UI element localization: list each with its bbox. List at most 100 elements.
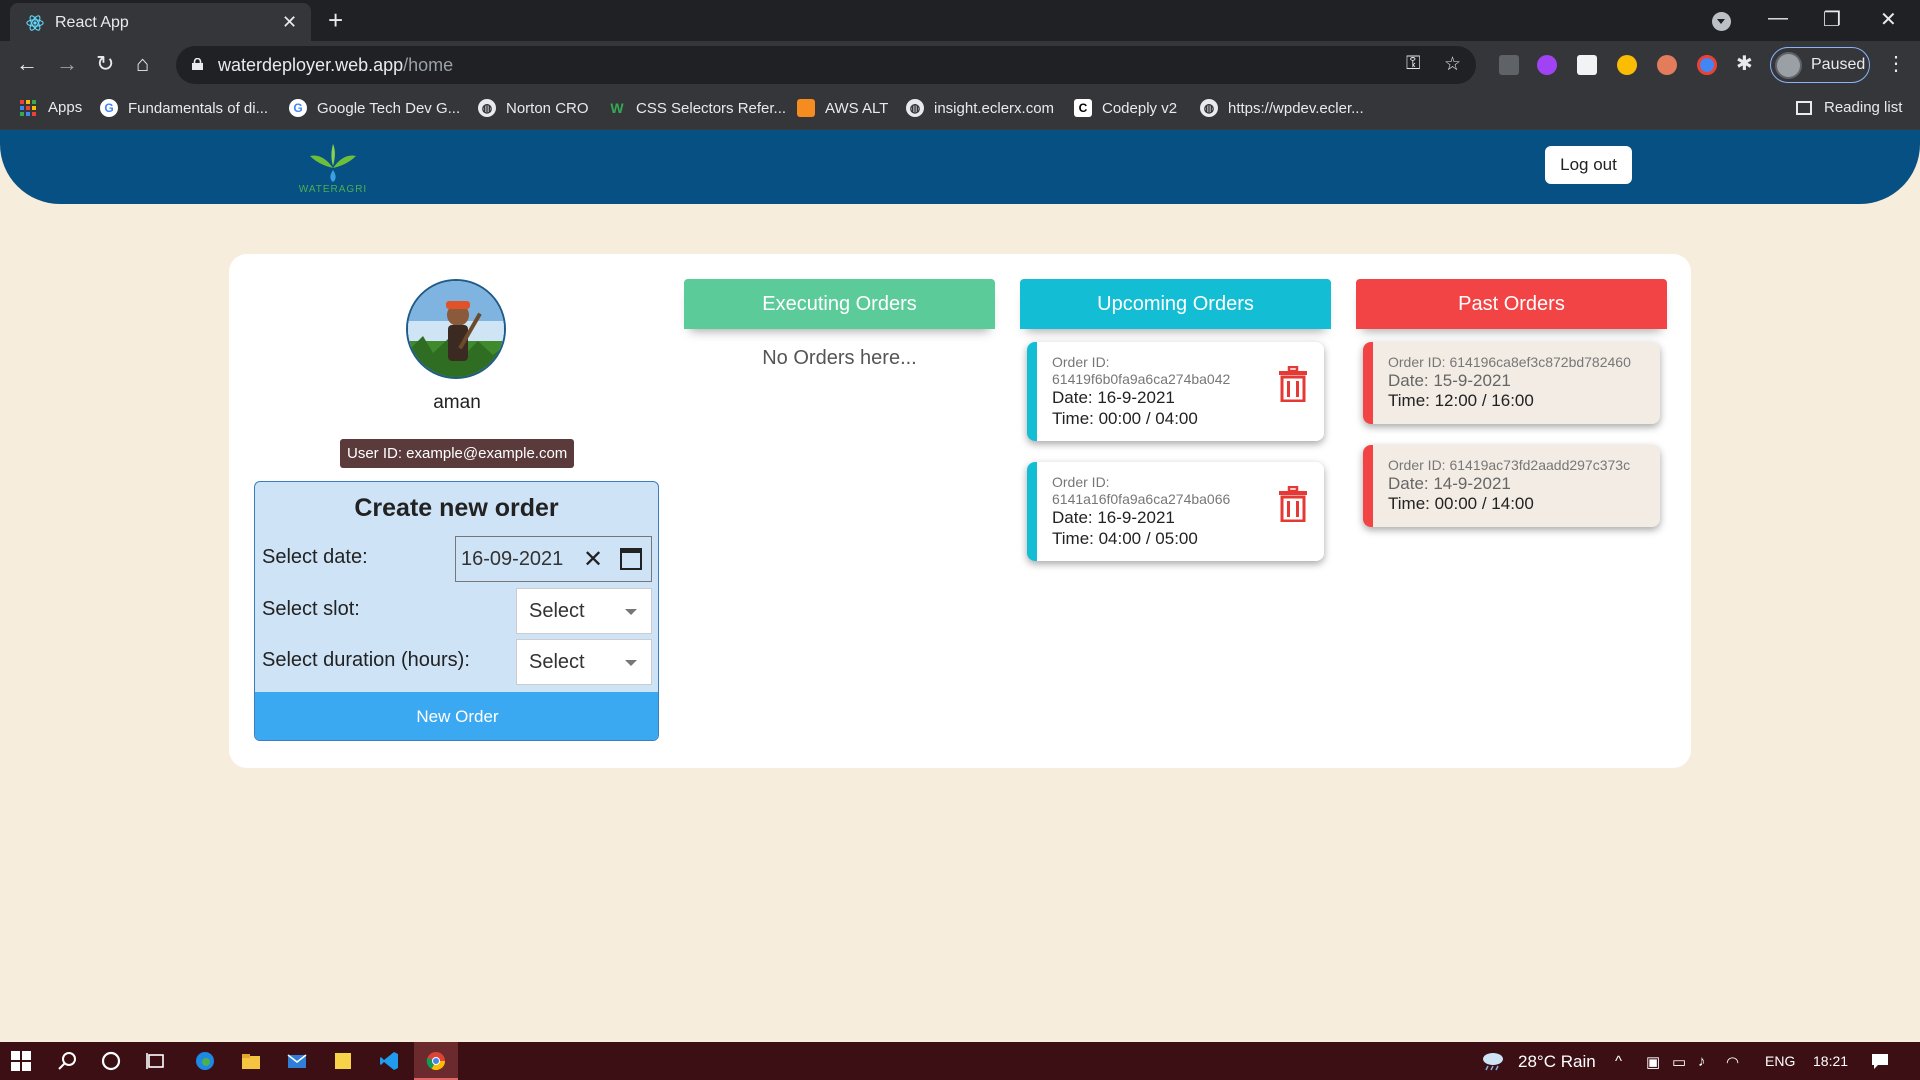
date-value: 16-09-2021 bbox=[461, 548, 564, 570]
duration-label: Select duration (hours): bbox=[262, 649, 470, 671]
duration-select-value: Select bbox=[529, 651, 585, 673]
new-order-button[interactable]: New Order bbox=[255, 692, 658, 740]
file-explorer-icon[interactable] bbox=[241, 1051, 261, 1071]
tab-search-icon[interactable] bbox=[1712, 12, 1731, 31]
sticky-notes-icon[interactable] bbox=[333, 1051, 353, 1071]
clock[interactable]: 18:21 bbox=[1813, 1053, 1848, 1069]
extension-icon[interactable] bbox=[1537, 55, 1557, 75]
reading-list-icon bbox=[1796, 100, 1812, 115]
bookmark-item[interactable]: C Codeply v2 bbox=[1074, 99, 1177, 117]
key-icon[interactable]: ⚿ bbox=[1406, 53, 1420, 75]
forward-icon[interactable]: → bbox=[56, 51, 78, 77]
address-bar[interactable]: waterdeployer.web.app/home ⚿ ☆ bbox=[176, 46, 1476, 84]
tab-close-icon[interactable]: ✕ bbox=[282, 12, 297, 33]
pen-extension-icon[interactable] bbox=[1499, 55, 1519, 75]
cortana-icon[interactable] bbox=[101, 1051, 121, 1071]
puzzle-extensions-icon[interactable]: ✱ bbox=[1736, 51, 1753, 76]
slot-label: Select slot: bbox=[262, 598, 360, 620]
logo: WATERAGRI bbox=[288, 140, 378, 196]
chrome-icon[interactable] bbox=[426, 1051, 446, 1071]
extension-icon[interactable] bbox=[1617, 55, 1637, 75]
user-id-badge: User ID: example@example.com bbox=[340, 439, 575, 468]
order-time: Time: 12:00 / 16:00 bbox=[1388, 391, 1534, 410]
order-id-label: Order ID: bbox=[1052, 474, 1110, 490]
reload-icon[interactable]: ↻ bbox=[96, 51, 114, 77]
bookmark-item[interactable]: ◍ https://wpdev.ecler... bbox=[1200, 99, 1364, 117]
weather-text[interactable]: 28°C Rain bbox=[1518, 1052, 1596, 1072]
meet-now-icon[interactable]: ▣ bbox=[1646, 1053, 1660, 1071]
duration-select[interactable]: Select bbox=[516, 639, 652, 685]
logout-button[interactable]: Log out bbox=[1545, 146, 1632, 184]
windows-start-icon[interactable] bbox=[11, 1051, 31, 1071]
menu-kebab-icon[interactable]: ⋮ bbox=[1886, 51, 1906, 76]
new-tab-button[interactable]: + bbox=[328, 5, 343, 36]
url-host: waterdeployer.web.app bbox=[218, 55, 404, 75]
order-time: Time: 00:00 / 14:00 bbox=[1388, 494, 1534, 513]
extension-icon[interactable] bbox=[1697, 55, 1717, 75]
order-date: Date: 16-9-2021 bbox=[1052, 508, 1175, 527]
browser-tab[interactable]: React App ✕ bbox=[10, 3, 311, 41]
bookmark-item[interactable]: AWS ALT bbox=[797, 99, 888, 117]
notification-icon[interactable] bbox=[1870, 1051, 1890, 1071]
apps-grid-icon bbox=[20, 99, 36, 116]
windows-taskbar: 28°C Rain ^ ▣ ▭ ♪ ◠ ENG 18:21 bbox=[0, 1042, 1920, 1080]
restore-button[interactable]: ❐ bbox=[1823, 7, 1841, 32]
dashboard-card: aman User ID: example@example.com Create… bbox=[229, 254, 1691, 768]
bookmark-item[interactable]: G Google Tech Dev G... bbox=[289, 99, 460, 117]
react-icon bbox=[26, 15, 44, 31]
extension-icon[interactable] bbox=[1577, 55, 1597, 75]
back-icon[interactable]: ← bbox=[16, 51, 38, 77]
order-id: Order ID: 61419ac73fd2aadd297c373c bbox=[1388, 457, 1631, 473]
delete-trash-icon[interactable] bbox=[1278, 486, 1308, 522]
bookmark-star-icon[interactable]: ☆ bbox=[1444, 53, 1461, 76]
rain-cloud-icon[interactable] bbox=[1480, 1051, 1506, 1071]
past-order-card: Order ID: 61419ac73fd2aadd297c373c Date:… bbox=[1363, 445, 1660, 527]
order-id: Order ID: 614196ca8ef3c872bd782460 bbox=[1388, 354, 1631, 370]
minimize-button[interactable]: — bbox=[1768, 7, 1788, 30]
bookmark-item[interactable]: ◍ insight.eclerx.com bbox=[906, 99, 1054, 117]
create-order-form: Create new order Select date: 16-09-2021… bbox=[254, 481, 659, 741]
bookmark-apps[interactable]: Apps bbox=[20, 99, 82, 116]
logo-text: WATERAGRI bbox=[298, 184, 368, 195]
bookmark-item[interactable]: W CSS Selectors Refer... bbox=[608, 99, 786, 117]
edge-icon[interactable] bbox=[195, 1051, 215, 1071]
bookmark-label: insight.eclerx.com bbox=[934, 99, 1055, 117]
url-path: /home bbox=[403, 55, 454, 75]
mail-icon[interactable] bbox=[287, 1051, 307, 1071]
avatar bbox=[1775, 52, 1802, 79]
extension-icon[interactable] bbox=[1657, 55, 1677, 75]
calendar-icon[interactable] bbox=[620, 548, 642, 570]
wifi-icon[interactable]: ◠ bbox=[1726, 1053, 1739, 1071]
app-header: WATERAGRI Log out bbox=[0, 130, 1920, 204]
globe-icon: ◍ bbox=[1200, 99, 1218, 117]
chevron-up-icon[interactable]: ^ bbox=[1615, 1053, 1622, 1070]
upcoming-orders-header: Upcoming Orders bbox=[1020, 279, 1331, 329]
executing-orders-header: Executing Orders bbox=[684, 279, 995, 329]
form-title: Create new order bbox=[354, 494, 559, 522]
aws-cube-icon bbox=[797, 99, 815, 117]
bookmark-item[interactable]: G Fundamentals of di... bbox=[100, 99, 268, 117]
chevron-down-icon bbox=[625, 609, 637, 615]
home-icon[interactable]: ⌂ bbox=[136, 51, 149, 77]
slot-select[interactable]: Select bbox=[516, 588, 652, 634]
slot-select-value: Select bbox=[529, 600, 585, 622]
order-id: 6141a16f0fa9a6ca274ba066 bbox=[1052, 491, 1231, 507]
bookmark-label: https://wpdev.ecler... bbox=[1228, 99, 1364, 117]
volume-icon[interactable]: ♪ bbox=[1698, 1053, 1706, 1070]
browser-tab-strip: React App ✕ + — ❐ ✕ bbox=[0, 0, 1920, 41]
delete-trash-icon[interactable] bbox=[1278, 366, 1308, 402]
search-icon[interactable] bbox=[57, 1051, 77, 1071]
vscode-icon[interactable] bbox=[379, 1051, 399, 1071]
date-label: Select date: bbox=[262, 546, 368, 568]
bookmark-item[interactable]: ◍ Norton CRO bbox=[478, 99, 589, 117]
close-window-button[interactable]: ✕ bbox=[1880, 7, 1897, 32]
date-picker[interactable]: 16-09-2021 ✕ bbox=[455, 536, 652, 582]
globe-icon: ◍ bbox=[478, 99, 496, 117]
profile-status: Paused bbox=[1811, 56, 1866, 73]
battery-icon[interactable]: ▭ bbox=[1672, 1053, 1686, 1071]
language-indicator[interactable]: ENG bbox=[1765, 1053, 1795, 1069]
profile-button[interactable]: Paused bbox=[1770, 47, 1870, 83]
clear-icon[interactable]: ✕ bbox=[583, 545, 603, 574]
task-view-icon[interactable] bbox=[146, 1051, 166, 1071]
reading-list-button[interactable]: Reading list bbox=[1796, 99, 1902, 116]
